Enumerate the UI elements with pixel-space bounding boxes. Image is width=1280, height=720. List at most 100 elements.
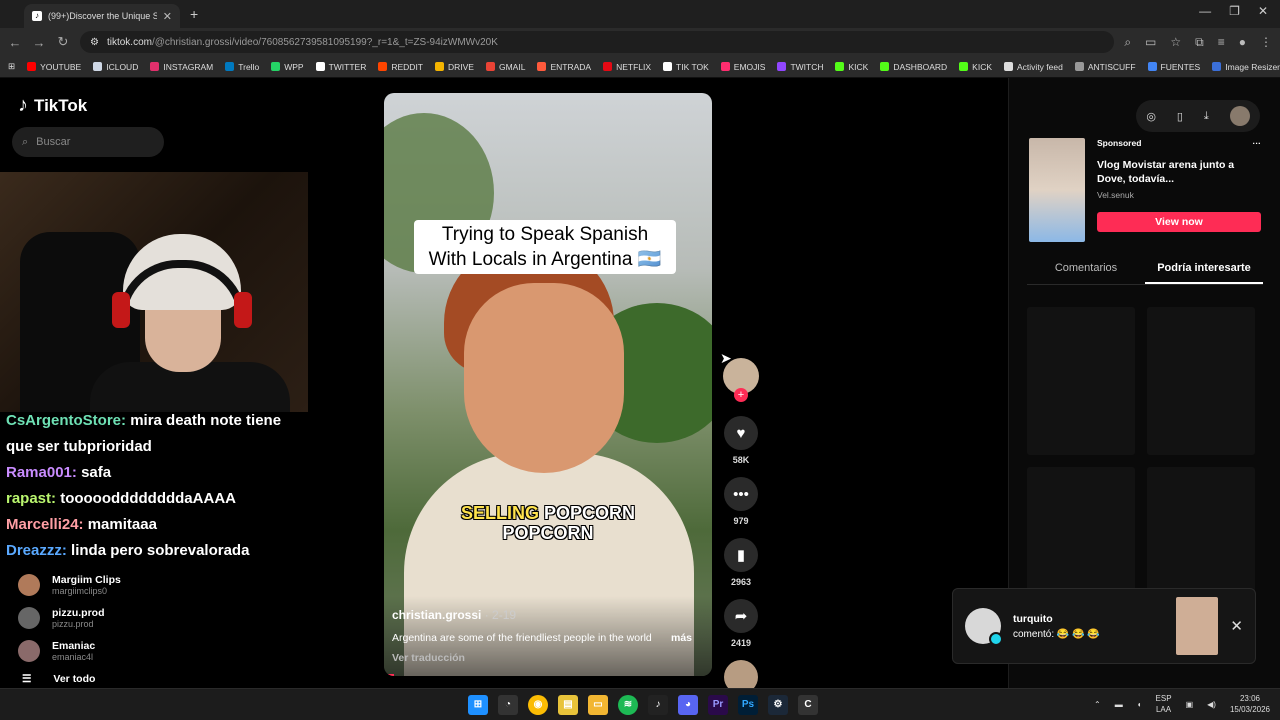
video-player[interactable]: Trying to Speak Spanish With Locals in A… [384, 93, 712, 676]
cast-icon[interactable]: ▭ [1145, 35, 1156, 50]
compass-icon[interactable]: ◎ [1146, 110, 1156, 123]
clock[interactable]: 23:06 15/03/2026 [1230, 693, 1270, 715]
account-item[interactable]: Emaniac emaniac4l [18, 634, 218, 667]
download-icon[interactable]: ⤓ [1204, 110, 1209, 123]
tiktok-logo[interactable]: ♪ TikTok [18, 94, 87, 117]
bookmark-favicon-icon [435, 62, 444, 71]
tiktok-favicon-icon: ♪ [32, 11, 42, 21]
close-window-button[interactable]: ✕ [1258, 4, 1268, 18]
maximize-button[interactable]: ❐ [1229, 4, 1240, 18]
photoshop-icon[interactable]: Ps [738, 695, 758, 715]
chrome-icon[interactable]: ◉ [528, 695, 548, 715]
discord-icon[interactable]: ◕ [678, 695, 698, 715]
new-tab-button[interactable]: + [190, 6, 198, 22]
toolbar-icons: ⌕ ▭ ☆ ⧉ ≡ ● ⋮ [1124, 35, 1272, 50]
profile-icon[interactable]: ● [1239, 35, 1246, 50]
view-now-button[interactable]: View now [1097, 212, 1261, 232]
language-indicator[interactable]: ESP LAA [1156, 693, 1172, 715]
bookmark-item[interactable]: FUENTES [1147, 62, 1200, 72]
see-all-button[interactable]: ☰ Ver todo [18, 673, 218, 685]
author-name[interactable]: christian.grossi [392, 608, 481, 622]
bookmark-favicon-icon [1147, 62, 1157, 71]
tab-suggested[interactable]: Podría interesarte [1145, 262, 1263, 284]
bookmark-favicon-icon [663, 62, 673, 71]
close-tab-icon[interactable]: ✕ [163, 10, 172, 23]
follow-plus-icon[interactable]: + [734, 388, 748, 402]
zoom-icon[interactable]: ⌕ [1124, 35, 1131, 50]
bookmark-item[interactable]: WPP [271, 62, 304, 72]
start-windows-icon[interactable]: ⊞ [468, 695, 488, 715]
back-icon[interactable]: ← [8, 35, 22, 50]
search-input[interactable]: ⌕ Buscar [12, 127, 164, 157]
bookmark-item[interactable]: ICLOUD [93, 62, 138, 72]
tiktok-app-icon[interactable]: ♪ [648, 695, 668, 715]
comment-notification[interactable]: turquito comentó: 😂 😂 😂 ✕ [952, 588, 1256, 664]
translate-link[interactable]: Ver traducción [392, 652, 704, 664]
bookmark-item[interactable]: Activity feed [1004, 62, 1063, 72]
bookmark-item[interactable]: NETFLIX [603, 62, 651, 72]
bookmark-item[interactable]: Trello [225, 62, 259, 72]
bookmark-item[interactable]: Image Resizer | Resi... [1212, 62, 1280, 72]
file-explorer-icon[interactable]: ▭ [588, 695, 608, 715]
url-field[interactable]: ⚙ tiktok.com/@christian.grossi/video/760… [80, 31, 1115, 53]
suggested-video-placeholder[interactable] [1027, 307, 1135, 455]
bookmark-item[interactable]: TIK TOK [663, 62, 709, 72]
account-item[interactable]: Margiim Clips margiimclips0 [18, 568, 218, 601]
bookmark-item[interactable]: INSTAGRAM [150, 62, 213, 72]
bookmark-item[interactable]: EMOJIS [720, 62, 765, 72]
app-circle-icon[interactable]: ◔ [498, 695, 518, 715]
phone-icon[interactable]: ▯ [1177, 110, 1183, 123]
steam-icon[interactable]: ⚙ [768, 695, 788, 715]
like-button[interactable]: ♥ [724, 416, 758, 450]
suggested-video-placeholder[interactable] [1147, 307, 1255, 455]
share-button[interactable]: ➦ [724, 599, 758, 633]
bookmark-item[interactable]: ANTISCUFF [1074, 62, 1136, 72]
bookmark-item[interactable]: GMAIL [485, 62, 525, 72]
bookmark-item[interactable]: ENTRADA [537, 62, 591, 72]
comment-button[interactable]: ••• [724, 477, 758, 511]
more-link[interactable]: más [671, 632, 692, 644]
sticky-notes-icon[interactable]: ▤ [558, 695, 578, 715]
close-icon[interactable]: ✕ [1230, 617, 1243, 635]
avatar [18, 606, 40, 629]
account-item[interactable]: pizzu.prod pizzu.prod [18, 601, 218, 634]
browser-tab[interactable]: ♪ (99+)Discover the Unique S ✕ [24, 4, 180, 28]
apps-icon[interactable]: ⊞ [8, 61, 15, 72]
stream-chat: CsArgentoStore: mira death note tiene qu… [6, 408, 306, 564]
bookmark-star-icon[interactable]: ☆ [1170, 35, 1181, 50]
bookmark-item[interactable]: DASHBOARD [880, 62, 947, 72]
bookmark-item[interactable]: YOUTUBE [27, 62, 81, 72]
tray-chevron-icon[interactable]: ⌃ [1094, 700, 1101, 709]
video-caption-overlay: Trying to Speak Spanish With Locals in A… [414, 220, 676, 274]
mic-icon[interactable]: ◖ [1137, 700, 1142, 709]
menu-icon[interactable]: ⋮ [1260, 35, 1272, 50]
bookmark-item[interactable]: REDDIT [378, 62, 423, 72]
bookmark-item[interactable]: DRIVE [435, 62, 474, 72]
forward-icon[interactable]: → [32, 35, 46, 50]
premiere-icon[interactable]: Pr [708, 695, 728, 715]
bookmark-item[interactable]: TWITCH [777, 62, 823, 72]
sponsored-ad[interactable]: Sponsored ··· Vlog Movistar arena junto a… [1029, 138, 1261, 242]
flag-icon[interactable]: ▬ [1115, 700, 1123, 709]
reload-icon[interactable]: ↻ [56, 34, 70, 50]
tab-title: (99+)Discover the Unique S [48, 11, 157, 21]
bookmark-favicon-icon [485, 62, 495, 71]
spotify-icon[interactable]: ≋ [618, 695, 638, 715]
minimize-button[interactable]: — [1199, 4, 1211, 18]
volume-icon[interactable]: ◀) [1207, 700, 1216, 709]
media-icon[interactable]: ≡ [1218, 35, 1225, 50]
ad-thumbnail[interactable] [1029, 138, 1085, 242]
top-icons: ◎ ▯ ⤓ [1136, 100, 1260, 132]
bookmark-item[interactable]: TWITTER [315, 62, 366, 72]
bookmark-item[interactable]: KICK [959, 62, 992, 72]
more-options-icon[interactable]: ··· [1253, 138, 1262, 148]
tab-comments[interactable]: Comentarios [1027, 262, 1145, 284]
extensions-icon[interactable]: ⧉ [1195, 35, 1204, 50]
network-icon[interactable]: ▣ [1186, 700, 1194, 709]
save-button[interactable]: ▮ [724, 538, 758, 572]
video-progress-bar[interactable] [384, 674, 394, 676]
site-info-icon[interactable]: ⚙ [90, 37, 99, 48]
app-c-icon[interactable]: C [798, 695, 818, 715]
bookmark-item[interactable]: KICK [835, 62, 868, 72]
profile-avatar[interactable] [1229, 106, 1250, 126]
